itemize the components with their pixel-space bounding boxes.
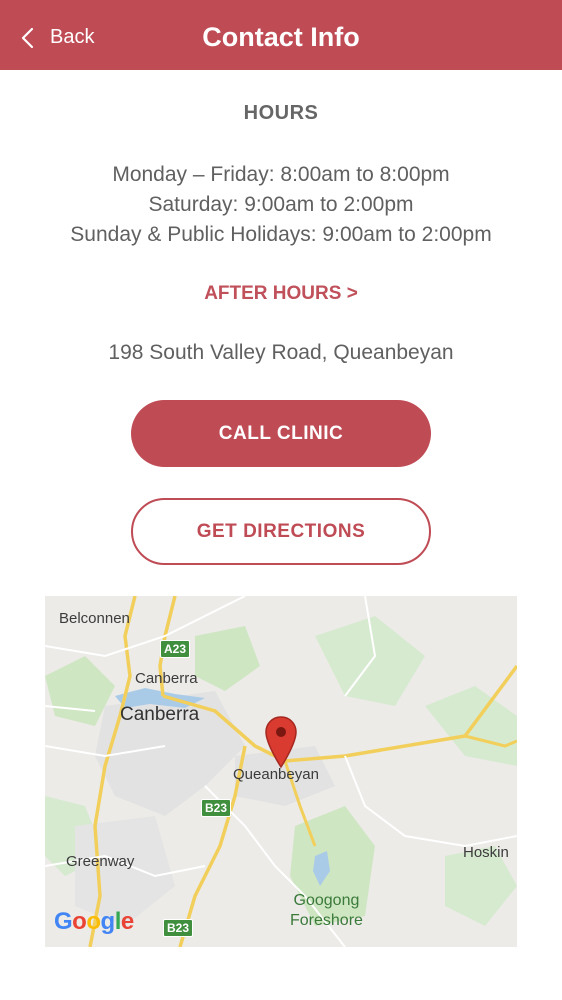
google-logo: Google — [54, 908, 134, 936]
road-badge-a23: A23 — [160, 640, 191, 658]
clinic-address: 198 South Valley Road, Queanbeyan — [108, 341, 454, 364]
back-button[interactable]: Back — [20, 0, 94, 75]
map-label-belconnen: Belconnen — [59, 610, 130, 627]
road-badge-b23-bottom: B23 — [163, 919, 194, 937]
hours-list: Monday – Friday: 8:00am to 8:00pm Saturd… — [0, 160, 562, 250]
map-pin-icon[interactable] — [264, 715, 298, 769]
back-label: Back — [50, 26, 95, 48]
app-header: Back Contact Info — [0, 0, 562, 70]
after-hours-link[interactable]: AFTER HOURS > — [0, 283, 562, 305]
google-logo-letter: G — [54, 908, 73, 935]
get-directions-button[interactable]: GET DIRECTIONS — [131, 498, 431, 565]
chevron-left-icon — [21, 27, 34, 48]
hours-saturday: Saturday: 9:00am to 2:00pm — [148, 193, 414, 216]
google-logo-letter: g — [100, 908, 116, 935]
hours-weekday: Monday – Friday: 8:00am to 8:00pm — [112, 163, 450, 186]
call-clinic-button[interactable]: CALL CLINIC — [131, 400, 431, 467]
map-label-googong: Googong Foreshore — [290, 892, 363, 929]
hours-sunday: Sunday & Public Holidays: 9:00am to 2:00… — [70, 223, 492, 246]
google-logo-letter: o — [86, 908, 101, 935]
map-label-hoskin: Hoskin — [463, 844, 509, 861]
map-label-canberra-small: Canberra — [135, 670, 198, 687]
hours-heading: HOURS — [243, 102, 319, 124]
map-label-canberra: Canberra — [120, 704, 200, 725]
map-view[interactable]: Belconnen A23 Canberra Canberra Queanbey… — [45, 596, 517, 947]
map-label-greenway: Greenway — [66, 853, 135, 870]
google-logo-letter: o — [72, 908, 87, 935]
google-logo-letter: e — [120, 908, 134, 935]
road-badge-b23-mid: B23 — [201, 799, 232, 817]
